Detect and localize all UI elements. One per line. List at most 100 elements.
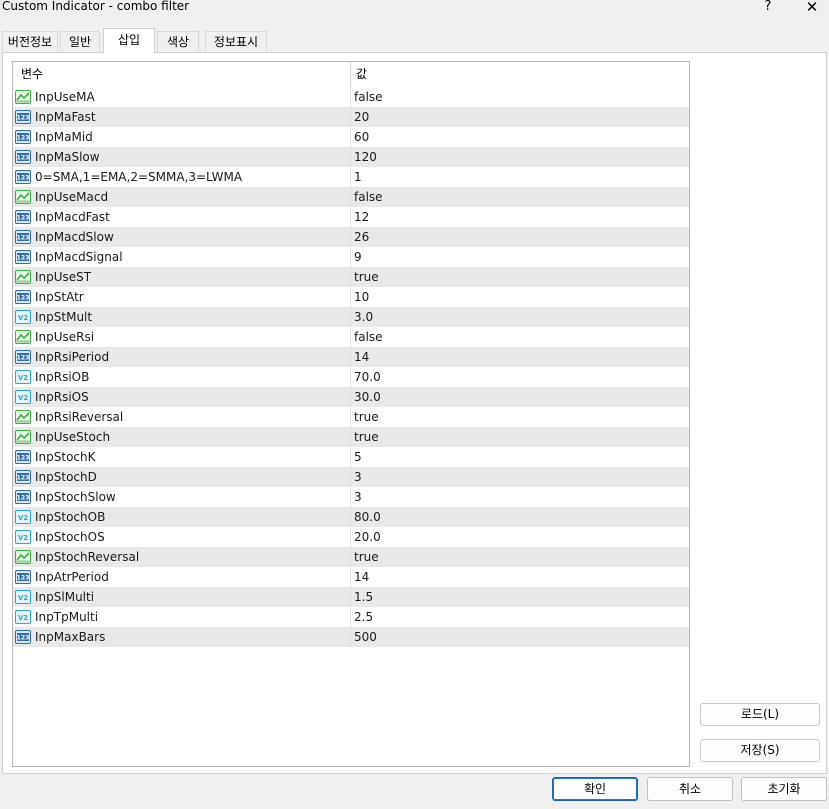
table-row[interactable]: InpUseRsi false [13,327,689,347]
parameter-name: InpUseStoch [35,430,111,444]
parameter-value[interactable]: 1 [354,167,362,187]
parameter-value[interactable]: 2.5 [354,607,373,627]
parameters-grid[interactable]: 변수 값 InpUseMA false 123 InpMaFast 20 123 InpMa… [12,61,690,767]
integer-icon: 123 [15,450,31,464]
table-row[interactable]: V2 InpSlMulti 1.5 [13,587,689,607]
svg-text:V2: V2 [18,594,28,602]
title-bar: Custom Indicator - combo filter ? ✕ [0,0,829,26]
parameter-value[interactable]: false [354,87,383,107]
parameter-value[interactable]: false [354,327,383,347]
tab-version-info[interactable]: 버전정보 [2,31,58,51]
parameter-name: InpStochD [35,470,97,484]
integer-icon: 123 [15,110,31,124]
table-row[interactable]: 123 InpMaSlow 120 [13,147,689,167]
grid-rows: InpUseMA false 123 InpMaFast 20 123 InpMaMid 60… [13,87,689,647]
parameter-value[interactable]: 9 [354,247,362,267]
table-row[interactable]: 123 InpMaMid 60 [13,127,689,147]
parameter-value[interactable]: 500 [354,627,377,647]
svg-text:123: 123 [17,355,30,362]
load-button[interactable]: 로드(L) [700,703,820,726]
parameter-value[interactable]: 10 [354,287,369,307]
table-row[interactable]: InpUseMacd false [13,187,689,207]
close-button[interactable]: ✕ [802,0,822,16]
column-divider [350,167,351,187]
parameter-value[interactable]: 14 [354,347,369,367]
svg-text:123: 123 [17,215,30,222]
table-row[interactable]: 123 InpStAtr 10 [13,287,689,307]
window-title: Custom Indicator - combo filter [2,0,190,13]
parameter-value[interactable]: 30.0 [354,387,381,407]
parameter-value[interactable]: 1.5 [354,587,373,607]
table-row[interactable]: 123 InpAtrPeriod 14 [13,567,689,587]
parameter-value[interactable]: false [354,187,383,207]
boolean-icon [15,270,31,284]
parameter-value[interactable]: 70.0 [354,367,381,387]
table-row[interactable]: InpUseST true [13,267,689,287]
integer-icon: 123 [15,250,31,264]
parameter-value[interactable]: 14 [354,567,369,587]
parameter-value[interactable]: 20.0 [354,527,381,547]
column-header-variable[interactable]: 변수 [21,62,341,87]
integer-icon: 123 [15,290,31,304]
integer-icon: 123 [15,350,31,364]
cancel-button[interactable]: 취소 [647,777,733,801]
table-row[interactable]: 123 InpMacdFast 12 [13,207,689,227]
boolean-icon [15,430,31,444]
tab-display[interactable]: 정보표시 [205,31,267,51]
table-row[interactable]: 123 InpStochSlow 3 [13,487,689,507]
table-row[interactable]: 123 InpMaxBars 500 [13,627,689,647]
table-row[interactable]: 123 InpMaFast 20 [13,107,689,127]
column-divider[interactable] [350,62,351,87]
parameter-value[interactable]: 80.0 [354,507,381,527]
ok-button[interactable]: 확인 [552,777,638,801]
parameter-value[interactable]: 20 [354,107,369,127]
table-row[interactable]: V2 InpTpMulti 2.5 [13,607,689,627]
table-row[interactable]: InpUseMA false [13,87,689,107]
table-row[interactable]: InpUseStoch true [13,427,689,447]
table-row[interactable]: V2 InpRsiOB 70.0 [13,367,689,387]
parameter-name: InpMaMid [35,130,93,144]
parameter-value[interactable]: true [354,427,379,447]
table-row[interactable]: 123 InpMacdSlow 26 [13,227,689,247]
parameter-value[interactable]: 3 [354,467,362,487]
table-row[interactable]: 123 0=SMA,1=EMA,2=SMMA,3=LWMA 1 [13,167,689,187]
table-row[interactable]: 123 InpStochK 5 [13,447,689,467]
column-header-value[interactable]: 값 [356,62,676,87]
help-button[interactable]: ? [758,0,778,16]
reset-button[interactable]: 초기화 [741,777,827,801]
table-row[interactable]: 123 InpStochD 3 [13,467,689,487]
svg-text:123: 123 [17,155,30,162]
parameter-value[interactable]: true [354,407,379,427]
boolean-icon [15,90,31,104]
boolean-icon [15,330,31,344]
parameter-value[interactable]: true [354,547,379,567]
tab-general[interactable]: 일반 [60,31,100,51]
table-row[interactable]: InpRsiReversal true [13,407,689,427]
save-button[interactable]: 저장(S) [700,739,820,762]
parameter-value[interactable]: 120 [354,147,377,167]
table-row[interactable]: V2 InpStochOB 80.0 [13,507,689,527]
column-divider [350,387,351,407]
table-row[interactable]: 123 InpMacdSignal 9 [13,247,689,267]
column-divider [350,427,351,447]
table-row[interactable]: V2 InpStMult 3.0 [13,307,689,327]
double-icon: V2 [15,590,31,604]
parameter-value[interactable]: 3.0 [354,307,373,327]
parameter-value[interactable]: 26 [354,227,369,247]
parameter-value[interactable]: 12 [354,207,369,227]
table-row[interactable]: V2 InpRsiOS 30.0 [13,387,689,407]
parameter-name: InpMaSlow [35,150,100,164]
column-divider [350,407,351,427]
parameter-value[interactable]: 5 [354,447,362,467]
table-row[interactable]: InpStochReversal true [13,547,689,567]
tab-inputs[interactable]: 삽입 [103,28,155,53]
table-row[interactable]: V2 InpStochOS 20.0 [13,527,689,547]
parameter-value[interactable]: 60 [354,127,369,147]
tab-strip: 버전정보 일반 삽입 색상 정보표시 [2,28,827,53]
boolean-icon [15,190,31,204]
parameter-value[interactable]: 3 [354,487,362,507]
column-divider [350,307,351,327]
tab-colors[interactable]: 색상 [157,31,199,51]
table-row[interactable]: 123 InpRsiPeriod 14 [13,347,689,367]
parameter-value[interactable]: true [354,267,379,287]
